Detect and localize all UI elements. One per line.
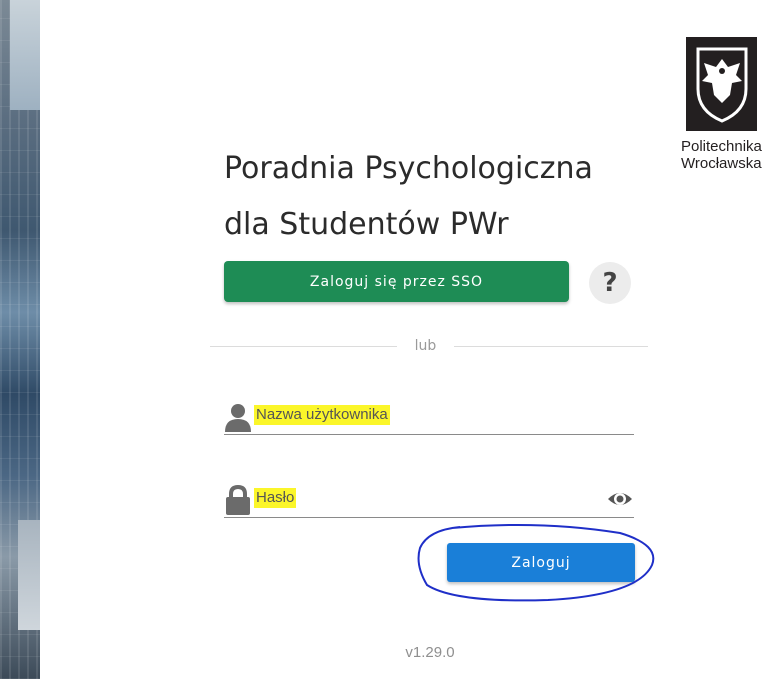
photo-lower-region xyxy=(18,520,40,630)
logo-line2: Wrocławska xyxy=(681,155,762,172)
divider-text: lub xyxy=(414,338,437,354)
app-version: v1.29.0 xyxy=(405,644,455,661)
campus-photo xyxy=(0,0,40,679)
eagle-emblem-icon xyxy=(686,37,757,131)
username-field[interactable]: Nazwa użytkownika xyxy=(224,400,634,435)
help-button[interactable]: ? xyxy=(589,262,631,304)
question-mark-icon: ? xyxy=(602,268,618,298)
user-icon xyxy=(225,404,251,432)
logo-line1: Politechnika xyxy=(681,138,762,155)
login-button[interactable]: Zaloguj xyxy=(447,543,635,582)
logo-wordmark: Politechnika Wrocławska xyxy=(681,138,782,172)
divider-line-left xyxy=(210,346,397,347)
sso-login-button[interactable]: Zaloguj się przez SSO xyxy=(224,261,569,302)
page-title: Poradnia Psychologiczna dla Studentów PW… xyxy=(224,141,664,253)
or-divider: lub xyxy=(210,336,648,356)
page-title-line1: Poradnia Psychologiczna xyxy=(224,151,593,186)
password-placeholder: Hasło xyxy=(254,488,297,508)
pwr-logo: Politechnika Wrocławska xyxy=(681,37,782,172)
username-placeholder: Nazwa użytkownika xyxy=(254,405,390,425)
lock-icon xyxy=(226,485,250,515)
page-title-line2: dla Studentów PWr xyxy=(224,207,509,242)
eye-icon[interactable] xyxy=(606,487,634,511)
photo-sky-region xyxy=(10,0,40,110)
divider-line-right xyxy=(454,346,648,347)
password-field[interactable]: Hasło xyxy=(224,483,634,518)
